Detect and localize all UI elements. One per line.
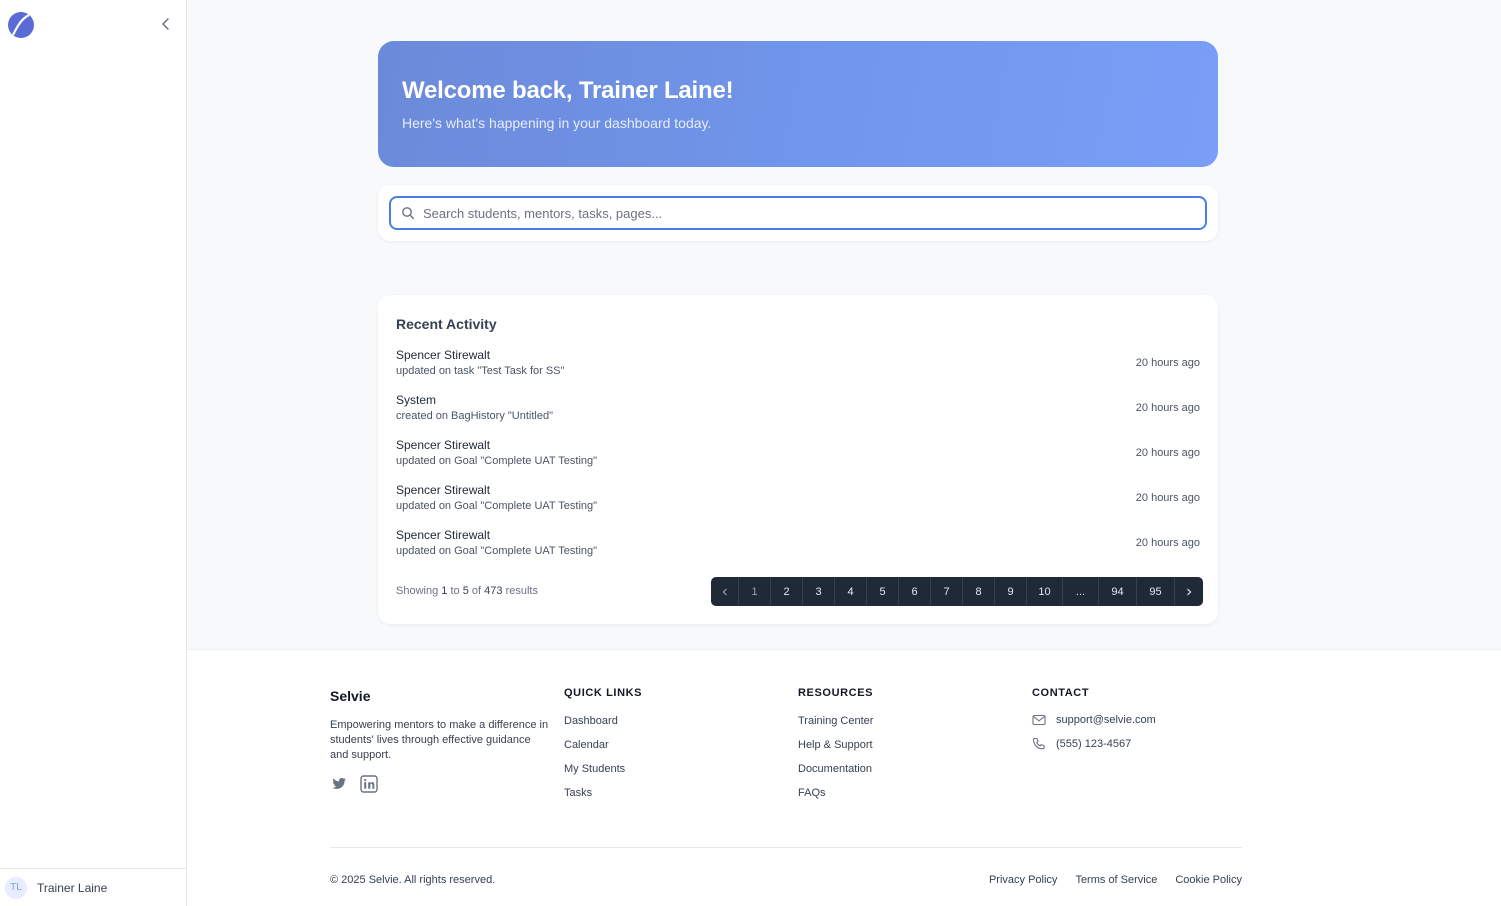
activity-description: updated on Goal "Complete UAT Testing" — [396, 545, 598, 557]
cookie-policy-link[interactable]: Cookie Policy — [1175, 874, 1242, 886]
chevron-left-icon — [161, 18, 169, 30]
results-summary: Showing 1 to 5 of 473 results — [396, 585, 538, 597]
activity-actor: Spencer Stirewalt — [396, 528, 491, 542]
footer-link-documentation[interactable]: Documentation — [798, 763, 873, 775]
mail-icon — [1032, 714, 1046, 726]
avatar: TL — [5, 876, 27, 899]
footer-link-help-support[interactable]: Help & Support — [798, 739, 873, 751]
activity-time: 20 hours ago — [1135, 357, 1200, 369]
activity-list: Spencer Stirewalt updated on task "Test … — [396, 347, 1200, 572]
search-box[interactable] — [389, 196, 1207, 230]
activity-actor: Spencer Stirewalt — [396, 483, 491, 497]
pagination-page-1[interactable]: 1 — [739, 577, 771, 606]
crescent-moon-icon[interactable] — [7, 11, 35, 39]
footer-description: Empowering mentors to make a difference … — [330, 719, 549, 761]
user-name: Trainer Laine — [37, 880, 108, 895]
footer-link-training-center[interactable]: Training Center — [798, 715, 873, 727]
welcome-banner: Welcome back, Trainer Laine! Here's what… — [378, 41, 1218, 167]
activity-time: 20 hours ago — [1135, 492, 1200, 504]
pagination-page-10[interactable]: 10 — [1027, 577, 1063, 606]
main-content: Welcome back, Trainer Laine! Here's what… — [187, 0, 1501, 649]
collapse-sidebar-button[interactable] — [158, 16, 174, 32]
pagination-page-7[interactable]: 7 — [931, 577, 963, 606]
footer-link-faqs[interactable]: FAQs — [798, 787, 873, 799]
sidebar: TL Trainer Laine — [0, 0, 187, 906]
pagination-next-button[interactable] — [1175, 577, 1203, 606]
welcome-subtitle: Here's what's happening in your dashboar… — [402, 115, 712, 131]
activity-description: created on BagHistory "Untitled" — [396, 410, 553, 422]
activity-actor: Spencer Stirewalt — [396, 348, 491, 362]
search-card — [378, 185, 1218, 241]
activity-time: 20 hours ago — [1135, 402, 1200, 414]
terms-of-service-link[interactable]: Terms of Service — [1075, 874, 1157, 886]
activity-description: updated on task "Test Task for SS" — [396, 365, 565, 377]
welcome-title: Welcome back, Trainer Laine! — [402, 77, 734, 104]
activity-actor: System — [396, 393, 437, 407]
contact-phone[interactable]: (555) 123-4567 — [1032, 737, 1156, 751]
pagination-prev-button[interactable] — [711, 577, 739, 606]
pagination-page-95[interactable]: 95 — [1137, 577, 1175, 606]
contact-email[interactable]: support@selvie.com — [1032, 713, 1156, 727]
footer-brand: Selvie — [330, 688, 371, 704]
footer-link-calendar[interactable]: Calendar — [564, 739, 642, 751]
search-input[interactable] — [423, 205, 1183, 221]
activity-time: 20 hours ago — [1135, 447, 1200, 459]
footer-quick-links: QUICK LINKS Dashboard Calendar My Studen… — [564, 687, 642, 811]
list-item[interactable]: Spencer Stirewalt updated on task "Test … — [396, 347, 1200, 392]
footer-link-my-students[interactable]: My Students — [564, 763, 642, 775]
list-item[interactable]: Spencer Stirewalt updated on Goal "Compl… — [396, 527, 1200, 572]
pagination-ellipsis: ... — [1063, 577, 1099, 606]
copyright: © 2025 Selvie. All rights reserved. — [330, 874, 496, 886]
footer-contact: CONTACT support@selvie.com (555) 123-456… — [1032, 687, 1156, 761]
footer-divider — [330, 847, 1242, 848]
footer-link-dashboard[interactable]: Dashboard — [564, 715, 642, 727]
recent-activity-title: Recent Activity — [396, 316, 497, 332]
linkedin-icon[interactable] — [360, 775, 378, 793]
footer-resources: RESOURCES Training Center Help & Support… — [798, 687, 873, 811]
pagination-page-6[interactable]: 6 — [899, 577, 931, 606]
footer-link-tasks[interactable]: Tasks — [564, 787, 642, 799]
pagination-page-2[interactable]: 2 — [771, 577, 803, 606]
list-item[interactable]: Spencer Stirewalt updated on Goal "Compl… — [396, 437, 1200, 482]
social-links — [330, 775, 378, 793]
list-item[interactable]: Spencer Stirewalt updated on Goal "Compl… — [396, 482, 1200, 527]
pagination-page-5[interactable]: 5 — [867, 577, 899, 606]
recent-activity-card: Recent Activity Spencer Stirewalt update… — [378, 295, 1218, 624]
pagination-page-8[interactable]: 8 — [963, 577, 995, 606]
twitter-icon[interactable] — [330, 775, 348, 793]
chevron-right-icon — [1187, 588, 1192, 595]
footer: Selvie Empowering mentors to make a diff… — [187, 649, 1501, 906]
pagination-page-4[interactable]: 4 — [835, 577, 867, 606]
activity-description: updated on Goal "Complete UAT Testing" — [396, 500, 598, 512]
activity-time: 20 hours ago — [1135, 537, 1200, 549]
search-icon — [402, 207, 415, 220]
resources-heading: RESOURCES — [798, 687, 874, 699]
activity-actor: Spencer Stirewalt — [396, 438, 491, 452]
pagination: 1 2 3 4 5 6 7 8 9 10 ... 94 95 — [711, 577, 1203, 606]
activity-description: updated on Goal "Complete UAT Testing" — [396, 455, 598, 467]
privacy-policy-link[interactable]: Privacy Policy — [989, 874, 1057, 886]
sidebar-user[interactable]: TL Trainer Laine — [0, 868, 187, 906]
pagination-page-3[interactable]: 3 — [803, 577, 835, 606]
phone-icon — [1032, 737, 1045, 750]
contact-heading: CONTACT — [1032, 687, 1090, 699]
chevron-left-icon — [722, 588, 727, 595]
quick-links-heading: QUICK LINKS — [564, 687, 643, 699]
pagination-page-9[interactable]: 9 — [995, 577, 1027, 606]
pagination-page-94[interactable]: 94 — [1099, 577, 1137, 606]
legal-links: Privacy Policy Terms of Service Cookie P… — [989, 874, 1242, 886]
list-item[interactable]: System created on BagHistory "Untitled" … — [396, 392, 1200, 437]
